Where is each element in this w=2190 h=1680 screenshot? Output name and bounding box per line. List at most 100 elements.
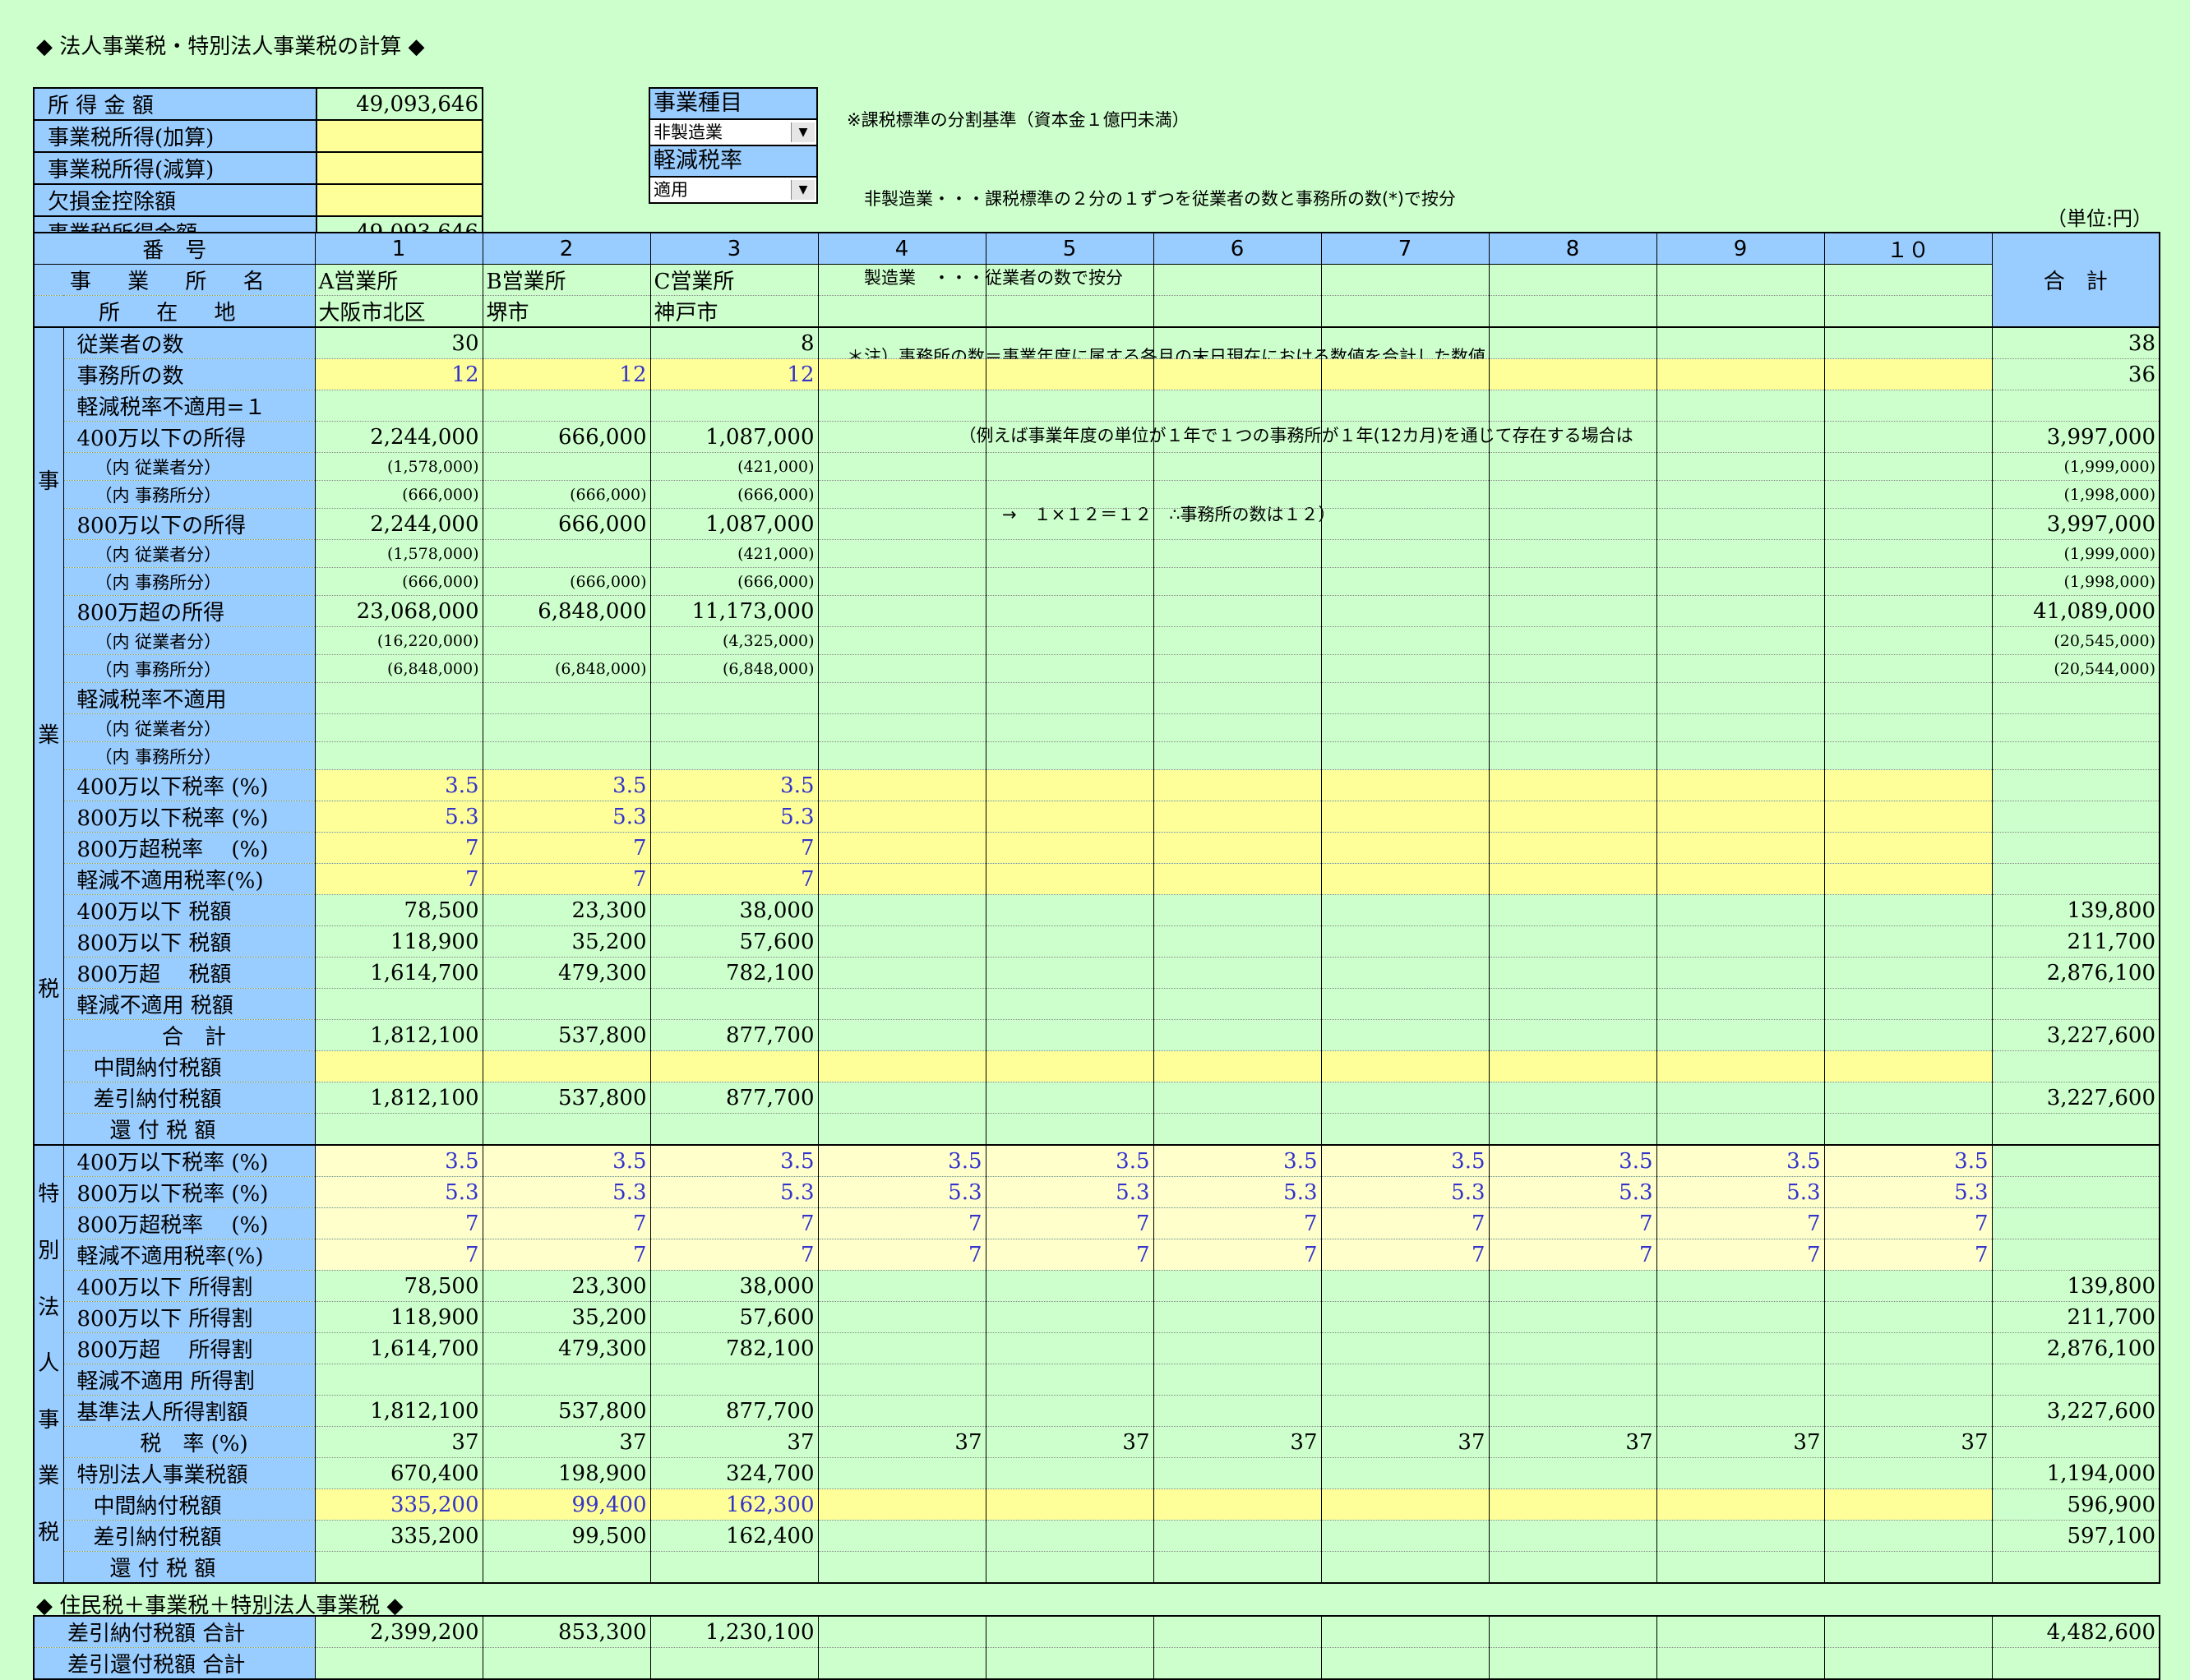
value-cell[interactable]: 7: [650, 1207, 819, 1239]
value-cell[interactable]: 7: [1153, 1239, 1322, 1271]
value-cell[interactable]: 7: [1321, 1207, 1490, 1239]
value-cell[interactable]: [1489, 1488, 1657, 1521]
value-cell[interactable]: [1321, 801, 1490, 833]
location-cell[interactable]: 神戸市: [650, 295, 819, 328]
value-cell[interactable]: [1824, 358, 1993, 390]
value-cell[interactable]: [818, 832, 986, 864]
value-cell[interactable]: [1489, 801, 1657, 833]
value-cell[interactable]: 7: [315, 863, 483, 895]
value-cell[interactable]: [1656, 769, 1825, 801]
value-cell[interactable]: [483, 1050, 651, 1082]
value-cell[interactable]: 3.5: [1321, 1144, 1490, 1177]
office-name-cell[interactable]: [986, 264, 1154, 296]
value-cell[interactable]: 5.3: [650, 801, 819, 833]
value-cell[interactable]: [1153, 863, 1322, 895]
location-cell[interactable]: [986, 295, 1154, 328]
value-cell[interactable]: [1824, 832, 1993, 864]
value-cell[interactable]: 7: [650, 1239, 819, 1271]
value-cell[interactable]: 5.3: [483, 1176, 651, 1208]
value-cell[interactable]: [1824, 801, 1993, 833]
value-cell[interactable]: 5.3: [818, 1176, 986, 1208]
value-cell[interactable]: [1489, 769, 1657, 801]
value-cell[interactable]: [1153, 832, 1322, 864]
value-cell[interactable]: [1656, 801, 1825, 833]
value-cell[interactable]: [1153, 801, 1322, 833]
value-cell[interactable]: 5.3: [1489, 1176, 1657, 1208]
value-cell[interactable]: 335,200: [315, 1488, 483, 1521]
value-cell[interactable]: 5.3: [650, 1176, 819, 1208]
value-cell[interactable]: 3.5: [650, 769, 819, 801]
value-cell[interactable]: [1824, 769, 1993, 801]
value-cell[interactable]: 12: [650, 358, 819, 390]
value-cell[interactable]: [1824, 1050, 1993, 1082]
location-cell[interactable]: 大阪市北区: [315, 295, 483, 328]
value-cell[interactable]: [1153, 1488, 1322, 1521]
value-cell[interactable]: [1153, 769, 1322, 801]
value-cell[interactable]: 7: [818, 1207, 986, 1239]
value-cell[interactable]: [986, 358, 1154, 390]
value-cell[interactable]: 7: [483, 832, 651, 864]
value-cell[interactable]: 3.5: [1489, 1144, 1657, 1177]
location-cell[interactable]: [1656, 295, 1825, 328]
chevron-down-icon[interactable]: ▼: [791, 122, 815, 142]
value-cell[interactable]: [1321, 863, 1490, 895]
value-cell[interactable]: 3.5: [483, 1144, 651, 1177]
reduced-rate-select[interactable]: 適用 ▼: [650, 178, 816, 202]
value-cell[interactable]: 5.3: [1656, 1176, 1825, 1208]
value-cell[interactable]: 3.5: [986, 1144, 1154, 1177]
value-cell[interactable]: 5.3: [1321, 1176, 1490, 1208]
value-cell[interactable]: 5.3: [1824, 1176, 1993, 1208]
value-cell[interactable]: 7: [1489, 1239, 1657, 1271]
value-cell[interactable]: [818, 863, 986, 895]
value-cell[interactable]: [1321, 1050, 1490, 1082]
chevron-down-icon[interactable]: ▼: [791, 180, 815, 200]
value-cell[interactable]: [1656, 358, 1825, 390]
value-cell[interactable]: [1321, 1488, 1490, 1521]
value-cell[interactable]: [818, 801, 986, 833]
office-name-cell[interactable]: [1656, 264, 1825, 296]
value-cell[interactable]: [1656, 863, 1825, 895]
value-cell[interactable]: [986, 1488, 1154, 1521]
value-cell[interactable]: 3.5: [650, 1144, 819, 1177]
value-cell[interactable]: [818, 358, 986, 390]
value-cell[interactable]: [650, 1050, 819, 1082]
value-cell[interactable]: [1153, 358, 1322, 390]
value-cell[interactable]: [986, 832, 1154, 864]
value-cell[interactable]: 7: [986, 1207, 1154, 1239]
value-cell[interactable]: [1656, 832, 1825, 864]
value-cell[interactable]: [986, 1050, 1154, 1082]
value-cell[interactable]: 5.3: [986, 1176, 1154, 1208]
value-cell[interactable]: 3.5: [1153, 1144, 1322, 1177]
value-cell[interactable]: [818, 769, 986, 801]
value-cell[interactable]: [986, 801, 1154, 833]
office-name-cell[interactable]: A営業所: [315, 264, 483, 296]
value-cell[interactable]: 7: [650, 832, 819, 864]
value-cell[interactable]: 7: [650, 863, 819, 895]
value-cell[interactable]: 7: [483, 1207, 651, 1239]
value-cell[interactable]: [986, 863, 1154, 895]
value-cell[interactable]: [818, 1488, 986, 1521]
value-cell[interactable]: 7: [483, 1239, 651, 1271]
value-cell[interactable]: [1489, 832, 1657, 864]
location-cell[interactable]: [1153, 295, 1322, 328]
office-name-cell[interactable]: C営業所: [650, 264, 819, 296]
income-sub-input[interactable]: [316, 151, 483, 185]
value-cell[interactable]: 3.5: [1656, 1144, 1825, 1177]
office-name-cell[interactable]: [1489, 264, 1657, 296]
value-cell[interactable]: [1824, 1488, 1993, 1521]
office-name-cell[interactable]: [1153, 264, 1322, 296]
value-cell[interactable]: 12: [483, 358, 651, 390]
value-cell[interactable]: 5.3: [315, 1176, 483, 1208]
value-cell[interactable]: 7: [818, 1239, 986, 1271]
value-cell[interactable]: [1489, 358, 1657, 390]
office-name-cell[interactable]: [1824, 264, 1993, 296]
value-cell[interactable]: 3.5: [315, 769, 483, 801]
loss-deduction-input[interactable]: [316, 183, 483, 217]
location-cell[interactable]: 堺市: [483, 295, 651, 328]
value-cell[interactable]: 3.5: [818, 1144, 986, 1177]
income-value[interactable]: 49,093,646: [316, 87, 483, 121]
value-cell[interactable]: 162,300: [650, 1488, 819, 1521]
value-cell[interactable]: [1656, 1050, 1825, 1082]
value-cell[interactable]: 7: [1489, 1207, 1657, 1239]
value-cell[interactable]: 7: [315, 1239, 483, 1271]
